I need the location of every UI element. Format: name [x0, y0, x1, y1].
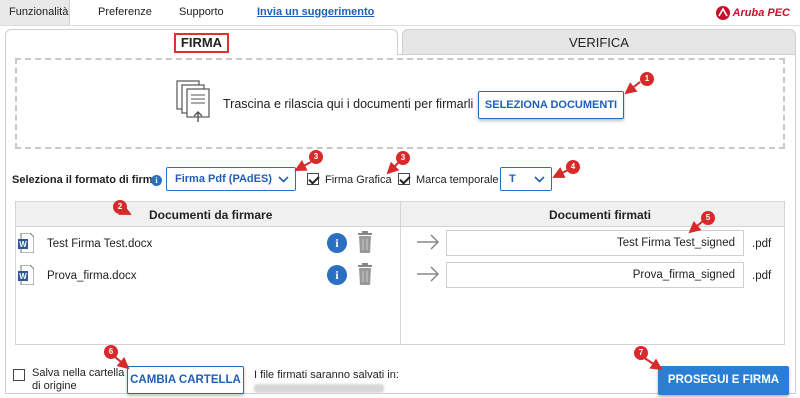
- signature-format-value: Firma Pdf (PAdES): [175, 173, 272, 185]
- output-filename-field[interactable]: Prova_firma_signed: [446, 262, 744, 288]
- brand-name: Aruba PEC: [732, 7, 790, 19]
- annotation-badge: 5: [701, 211, 715, 225]
- svg-text:W: W: [19, 272, 27, 281]
- aruba-logo: Aruba PEC: [715, 5, 790, 21]
- marca-temporale-label: Marca temporale: [416, 174, 499, 186]
- header-signed: Documenti firmati: [549, 208, 652, 222]
- format-label: Seleziona il formato di firma: [12, 174, 159, 186]
- output-extension: .pdf: [752, 270, 772, 282]
- signature-format-select[interactable]: Firma Pdf (PAdES): [166, 167, 296, 191]
- input-filename: Prova_firma.docx: [47, 270, 137, 282]
- chevron-down-icon: [534, 168, 545, 190]
- timestamp-select[interactable]: T: [500, 167, 552, 191]
- save-origin-line2: di origine: [32, 380, 77, 392]
- tab-firma[interactable]: FIRMA: [5, 29, 398, 55]
- format-info-icon[interactable]: i: [151, 175, 162, 186]
- annotation-badge: 1: [640, 72, 654, 86]
- annotation-badge: 6: [104, 345, 118, 359]
- tab-verifica[interactable]: VERIFICA: [402, 29, 796, 55]
- annotation-badge: 2: [113, 200, 127, 214]
- aruba-logo-icon: [715, 6, 730, 20]
- output-extension: .pdf: [752, 238, 772, 250]
- header-to-sign: Documenti da firmare: [149, 208, 273, 222]
- arrow-right-icon: [417, 266, 440, 282]
- save-origin-line1: Salva nella cartella: [32, 367, 125, 379]
- timestamp-value: T: [509, 173, 516, 185]
- annotation-badge: 3: [396, 151, 410, 165]
- word-file-icon: W: [18, 265, 34, 285]
- trash-icon[interactable]: [357, 231, 373, 253]
- save-destination-note: I file firmati saranno salvati in:: [254, 369, 399, 381]
- firma-grafica-checkbox[interactable]: [307, 173, 319, 185]
- arrow-right-icon: [417, 234, 440, 250]
- save-origin-label: Salva nella cartella di origine: [32, 367, 124, 393]
- documents-icon: [176, 80, 210, 122]
- input-filename: Test Firma Test.docx: [47, 238, 153, 250]
- annotation-badge: 7: [634, 346, 648, 360]
- save-origin-checkbox[interactable]: [13, 369, 25, 381]
- menu-supporto[interactable]: Supporto: [179, 0, 224, 25]
- suggestion-link[interactable]: Invia un suggerimento: [257, 0, 374, 25]
- save-path-redacted: [254, 384, 384, 393]
- menu-funzionalita[interactable]: Funzionalità: [0, 0, 70, 25]
- proceed-sign-button[interactable]: PROSEGUI E FIRMA: [658, 366, 789, 395]
- info-icon[interactable]: i: [327, 233, 347, 253]
- info-icon[interactable]: i: [327, 265, 347, 285]
- firma-grafica-label: Firma Grafica: [325, 174, 392, 186]
- output-filename-field[interactable]: Test Firma Test_signed: [446, 230, 744, 256]
- trash-icon[interactable]: [357, 263, 373, 285]
- tab-firma-label: FIRMA: [173, 33, 230, 53]
- annotation-badge: 3: [309, 150, 323, 164]
- svg-text:W: W: [19, 240, 27, 249]
- menu-bar: Funzionalità Preferenze Supporto Invia u…: [0, 0, 800, 26]
- word-file-icon: W: [18, 233, 34, 253]
- change-folder-button[interactable]: CAMBIA CARTELLA: [127, 366, 244, 394]
- marca-temporale-checkbox[interactable]: [398, 173, 410, 185]
- drop-instructions: Trascina e rilascia qui i documenti per …: [223, 97, 474, 111]
- select-documents-button[interactable]: SELEZIONA DOCUMENTI: [478, 91, 624, 119]
- table-row: W Test Firma Test.docx i Test Firma Test…: [16, 227, 784, 259]
- annotation-badge: 4: [566, 160, 580, 174]
- menu-preferenze[interactable]: Preferenze: [98, 0, 152, 25]
- table-row: W Prova_firma.docx i Prova_firma_signed …: [16, 259, 784, 291]
- chevron-down-icon: [278, 168, 289, 190]
